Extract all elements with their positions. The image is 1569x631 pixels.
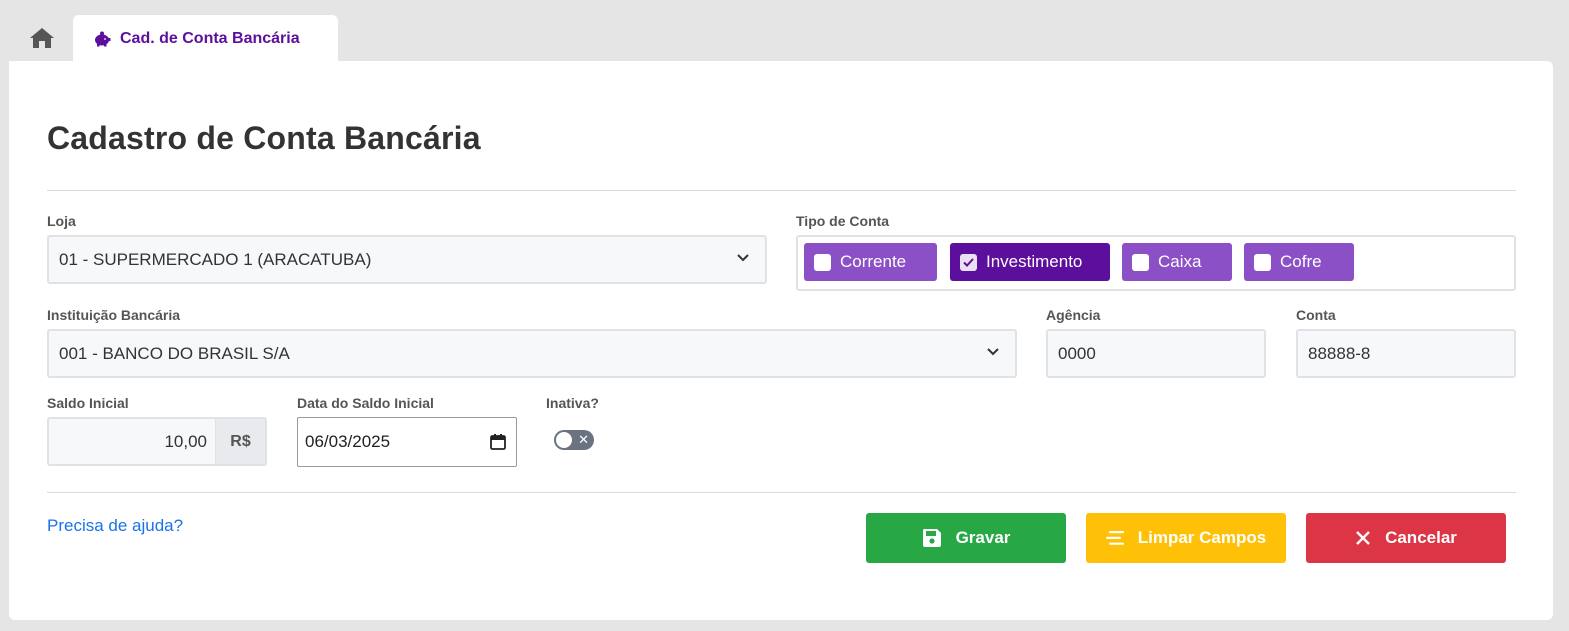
loja-value: 01 - SUPERMERCADO 1 (ARACATUBA) xyxy=(59,249,372,269)
loja-select[interactable]: 01 - SUPERMERCADO 1 (ARACATUBA) xyxy=(47,235,767,284)
footer-divider xyxy=(47,492,1516,493)
calendar-icon[interactable] xyxy=(490,434,506,450)
data-saldo-value: 06/03/2025 xyxy=(305,432,391,451)
floppy-disk-icon xyxy=(922,529,941,547)
tipo-cofre[interactable]: Cofre xyxy=(1244,243,1354,281)
tab-cad-conta-bancaria[interactable]: Cad. de Conta Bancária xyxy=(73,15,338,62)
tab-label: Cad. de Conta Bancária xyxy=(120,29,300,47)
page-title: Cadastro de Conta Bancária xyxy=(47,120,481,156)
saldo-inicial-input[interactable]: 10,00 R$ xyxy=(47,417,267,466)
currency-addon: R$ xyxy=(215,419,265,464)
agencia-label: Agência xyxy=(1046,307,1101,323)
tipo-investimento[interactable]: Investimento xyxy=(950,243,1110,281)
saldo-inicial-value: 10,00 xyxy=(49,419,215,464)
tipo-conta-label: Tipo de Conta xyxy=(796,213,890,229)
tab-home[interactable] xyxy=(22,22,62,54)
clear-fields-button[interactable]: Limpar Campos xyxy=(1086,513,1286,563)
title-divider xyxy=(47,190,1516,191)
help-link[interactable]: Precisa de ajuda? xyxy=(47,516,183,536)
instituicao-select[interactable]: 001 - BANCO DO BRASIL S/A xyxy=(47,329,1017,378)
agencia-input[interactable]: 0000 xyxy=(1046,329,1266,378)
clear-fields-label: Limpar Campos xyxy=(1137,528,1267,547)
chevron-down-icon xyxy=(987,348,999,356)
save-button[interactable]: Gravar xyxy=(866,513,1066,563)
instituicao-label: Instituição Bancária xyxy=(47,307,181,323)
conta-label: Conta xyxy=(1296,307,1336,323)
inativa-label: Inativa? xyxy=(546,395,599,411)
cancel-label: Cancelar xyxy=(1385,528,1457,547)
checkbox-icon xyxy=(1132,253,1149,271)
close-icon xyxy=(1356,531,1370,545)
tipo-corrente[interactable]: Corrente xyxy=(804,243,937,281)
tipo-corrente-label: Corrente xyxy=(840,252,907,271)
tab-bar: Cad. de Conta Bancária xyxy=(0,0,1569,62)
checkbox-icon xyxy=(1254,253,1271,271)
save-label: Gravar xyxy=(955,528,1011,547)
loja-label: Loja xyxy=(47,213,76,229)
tipo-investimento-label: Investimento xyxy=(986,252,1083,271)
conta-value: 88888-8 xyxy=(1308,343,1371,363)
data-saldo-input[interactable]: 06/03/2025 xyxy=(297,417,517,467)
align-lines-icon xyxy=(1105,531,1124,545)
tipo-caixa-label: Caixa xyxy=(1158,252,1202,271)
agencia-value: 0000 xyxy=(1058,343,1096,363)
form-card: Cadastro de Conta Bancária Loja 01 - SUP… xyxy=(9,61,1553,620)
home-icon xyxy=(30,28,54,48)
tipo-cofre-label: Cofre xyxy=(1280,252,1322,271)
tipo-conta-group: Corrente Investimento Caixa Cofre xyxy=(796,235,1516,291)
data-saldo-label: Data do Saldo Inicial xyxy=(297,395,434,411)
instituicao-value: 001 - BANCO DO BRASIL S/A xyxy=(59,343,290,363)
piggy-bank-icon xyxy=(95,31,111,46)
tipo-caixa[interactable]: Caixa xyxy=(1122,243,1232,281)
saldo-inicial-label: Saldo Inicial xyxy=(47,395,129,411)
conta-input[interactable]: 88888-8 xyxy=(1296,329,1516,378)
checkbox-checked-icon xyxy=(960,253,977,271)
chevron-down-icon xyxy=(737,254,749,262)
inativa-toggle[interactable]: ✕ xyxy=(554,430,594,450)
cancel-button[interactable]: Cancelar xyxy=(1306,513,1506,563)
close-icon: ✕ xyxy=(578,432,589,447)
toggle-knob xyxy=(556,432,572,448)
checkbox-icon xyxy=(814,253,831,271)
